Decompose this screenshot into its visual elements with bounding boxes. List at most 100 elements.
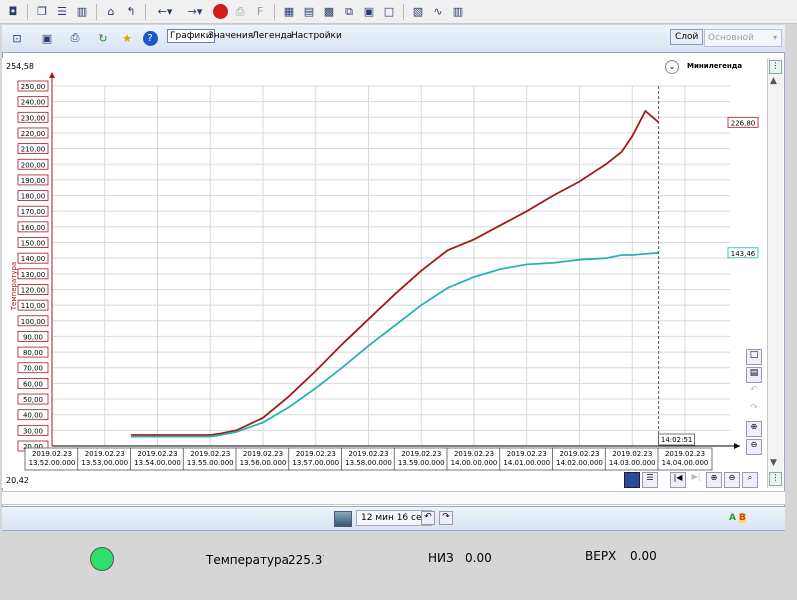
vertical-scrollbar[interactable]: ⋮ ▲ ▼ ⋮ <box>767 58 783 488</box>
low-label: НИЗ <box>428 551 454 565</box>
trend-icon[interactable]: ∿ <box>429 3 447 21</box>
tree-icon[interactable]: ⋮ <box>769 60 782 74</box>
redo-icon[interactable]: ↷ <box>439 511 453 525</box>
timeline-icon[interactable] <box>334 511 352 527</box>
y-tick-label: 130,00 <box>21 271 46 279</box>
tab-legend[interactable]: Легенда <box>252 31 292 41</box>
help-icon[interactable]: ? <box>141 29 159 47</box>
exit-icon[interactable]: ◘ <box>4 3 22 21</box>
chevron-down-icon: ▾ <box>772 33 777 42</box>
scroll-down-icon[interactable]: ▼ <box>770 458 777 468</box>
form-icon[interactable]: ▤ <box>300 3 318 21</box>
y-tick-label: 110,00 <box>21 302 46 310</box>
layer-select-value: Основной <box>708 33 754 43</box>
x-tick-label: 13.58.00.000 <box>345 459 392 467</box>
layer-select[interactable]: Основной ▾ <box>704 29 782 47</box>
chart-nav: ☰ |◀ ▶| ⊕ ⊖ ⌕ <box>624 472 764 488</box>
save-icon[interactable]: ▣ <box>38 29 56 47</box>
x-tick-label: 2019.02.23 <box>243 450 283 458</box>
print-icon[interactable]: ⎙ <box>231 3 249 21</box>
table-icon[interactable]: ▥ <box>449 3 467 21</box>
layer-button[interactable]: Слой <box>670 29 704 45</box>
grid-icon[interactable]: ▩ <box>320 3 338 21</box>
x-tick-label: 2019.02.23 <box>507 450 547 458</box>
print-icon[interactable]: ⎙ <box>66 29 84 47</box>
last-page-icon[interactable]: ▶| <box>688 472 704 488</box>
x-tick-label: 14.02.00.000 <box>556 459 603 467</box>
x-tick-label: 2019.02.23 <box>665 450 705 458</box>
tree-icon[interactable]: ⋮ <box>769 472 782 486</box>
frame-icon[interactable]: □ <box>746 349 762 365</box>
x-tick-label: 13.53.00.000 <box>81 459 128 467</box>
x-tick-label: 13.52.00.000 <box>29 459 76 467</box>
marker-b-label[interactable]: B <box>739 513 746 523</box>
y-tick-label: 190,00 <box>21 177 46 185</box>
chevron-down-icon[interactable]: ⌄ <box>665 60 679 74</box>
low-value: 0.00 <box>465 551 492 565</box>
x-tick-label: 2019.02.23 <box>137 450 177 458</box>
y-tick-label: 40,00 <box>23 412 43 420</box>
first-page-icon[interactable]: |◀ <box>670 472 686 488</box>
window-icon[interactable]: ❐ <box>33 3 51 21</box>
tab-values[interactable]: Значения <box>208 31 253 41</box>
star-icon[interactable]: ★ <box>118 29 136 47</box>
x-tick-label: 2019.02.23 <box>85 450 125 458</box>
status-indicator <box>90 547 114 571</box>
x-tick-label: 2019.02.23 <box>559 450 599 458</box>
y-tick-label: 120,00 <box>21 286 46 294</box>
temperature-value: 225.37 <box>288 553 324 567</box>
x-tick-label: 14.00.00.000 <box>451 459 498 467</box>
stop-icon[interactable] <box>211 3 229 21</box>
y-tick-label: 140,00 <box>21 255 46 263</box>
y-tick-label: 150,00 <box>21 240 46 248</box>
minilegend-label[interactable]: Минилегенда <box>687 62 742 70</box>
y-tick-label: 250,00 <box>21 83 46 91</box>
zoom-out-icon[interactable]: ⊖ <box>746 439 762 455</box>
y-tick-label: 200,00 <box>21 161 46 169</box>
grid-view-icon[interactable] <box>624 472 640 488</box>
y-tick-label: 70,00 <box>23 365 43 373</box>
y-tick-label: 50,00 <box>23 396 43 404</box>
window-icon[interactable]: ⊡ <box>8 29 26 47</box>
redo-icon[interactable]: ↷ <box>746 403 762 419</box>
up-level-icon[interactable]: ↰ <box>122 3 140 21</box>
zoom-out-icon[interactable]: ⊖ <box>724 472 740 488</box>
y-tick-label: 180,00 <box>21 193 46 201</box>
x-tick-label: 2019.02.23 <box>454 450 494 458</box>
x-tick-label: 13.55.00.000 <box>187 459 234 467</box>
font-icon[interactable]: F <box>251 3 269 21</box>
building-icon[interactable]: ▥ <box>73 3 91 21</box>
export-icon[interactable]: ⧉ <box>340 3 358 21</box>
forward-icon[interactable]: →▾ <box>181 3 209 21</box>
zoom-in-icon[interactable]: ⊕ <box>746 421 762 437</box>
search-icon[interactable]: ⌕ <box>742 472 758 488</box>
list-view-icon[interactable]: ☰ <box>642 472 658 488</box>
high-value: 0.00 <box>630 549 657 563</box>
x-tick-label: 13.57.00.000 <box>292 459 339 467</box>
undo-icon[interactable]: ↶ <box>421 511 435 525</box>
chart-tools: □ ▤ ↶ ↷ ⊕ ⊖ <box>746 349 762 475</box>
zoom-in-icon[interactable]: ⊕ <box>706 472 722 488</box>
report-icon[interactable]: ▣ <box>360 3 378 21</box>
marker-a-label[interactable]: A <box>729 513 736 523</box>
y-tick-label: 160,00 <box>21 224 46 232</box>
horizontal-scrollbar[interactable] <box>2 491 785 505</box>
tree-icon[interactable]: ☰ <box>53 3 71 21</box>
scroll-up-icon[interactable]: ▲ <box>770 76 777 86</box>
layout-icon[interactable]: ▦ <box>280 3 298 21</box>
x-tick-label: 14.04.00.000 <box>662 459 709 467</box>
x-tick-label: 2019.02.23 <box>32 450 72 458</box>
undo-icon[interactable]: ↶ <box>746 385 762 401</box>
layout-icon[interactable]: ▤ <box>746 367 762 383</box>
toolbar-separator <box>274 3 275 20</box>
panel-icon[interactable]: ▧ <box>409 3 427 21</box>
x-tick-label: 14.01.00.000 <box>503 459 550 467</box>
back-icon[interactable]: ←▾ <box>151 3 179 21</box>
home-icon[interactable]: ⌂ <box>102 3 120 21</box>
y-tick-label: 100,00 <box>21 318 46 326</box>
tab-settings[interactable]: Настройки <box>291 31 342 41</box>
refresh-icon[interactable]: ↻ <box>94 29 112 47</box>
y-tick-label: 30,00 <box>23 427 43 435</box>
frame-icon[interactable]: □ <box>380 3 398 21</box>
chart-area[interactable]: 20,00 30,00 40,00 50,00 60,00 70,00 80,00 90,00… <box>2 58 767 488</box>
